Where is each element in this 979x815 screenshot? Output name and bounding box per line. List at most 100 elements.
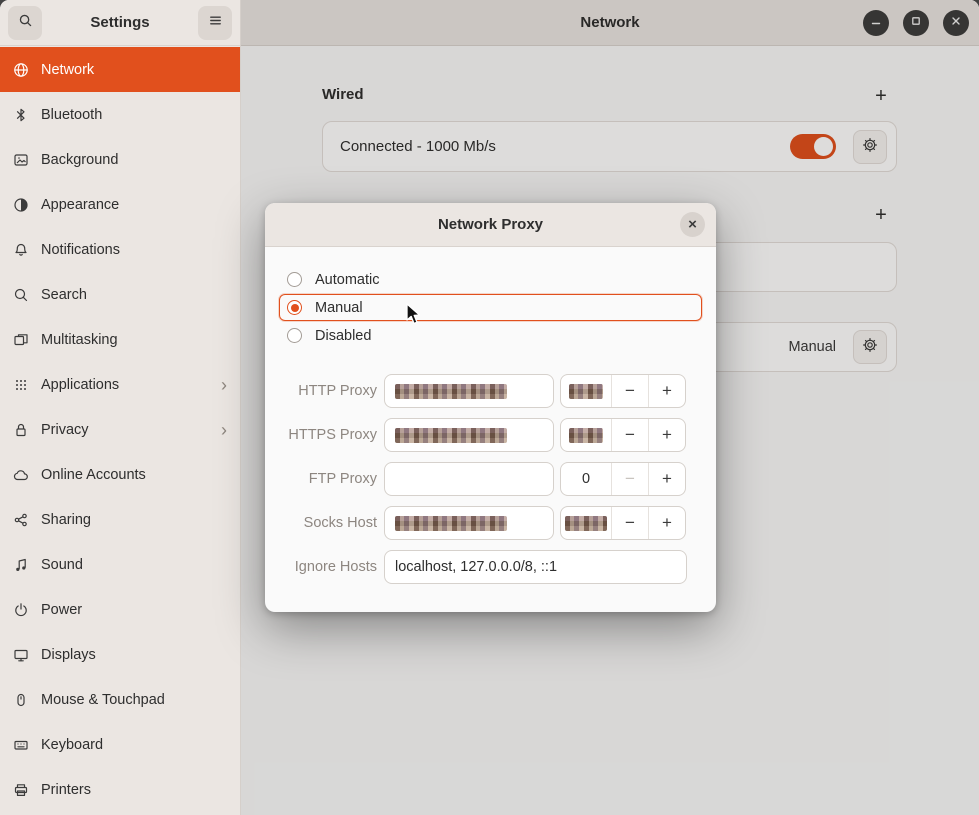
https-port-value (561, 419, 611, 451)
https-proxy-label: HTTPS Proxy (265, 418, 377, 452)
radio-option-automatic[interactable]: Automatic (279, 266, 702, 293)
sidebar-item-label: Appearance (41, 197, 119, 213)
http-proxy-input[interactable] (384, 374, 554, 408)
app-grid-icon (13, 377, 29, 393)
sidebar-item-keyboard[interactable]: Keyboard (0, 722, 240, 767)
https-proxy-row: HTTPS Proxy − + (265, 418, 716, 452)
mouse-icon (13, 692, 29, 708)
close-icon: × (688, 216, 697, 233)
socks-host-row: Socks Host − + (265, 506, 716, 540)
sidebar-item-displays[interactable]: Displays (0, 632, 240, 677)
sidebar-item-privacy[interactable]: Privacy › (0, 407, 240, 452)
sidebar-item-label: Printers (41, 782, 91, 798)
sidebar-item-label: Notifications (41, 242, 120, 258)
ignore-hosts-label: Ignore Hosts (265, 550, 377, 584)
globe-icon (13, 62, 29, 78)
ftp-port-spinbutton[interactable]: 0 − + (560, 462, 686, 496)
sidebar-item-network[interactable]: Network (0, 47, 240, 92)
http-port-spinbutton[interactable]: − + (560, 374, 686, 408)
keyboard-icon (13, 737, 29, 753)
dialog-headerbar: Network Proxy × (265, 203, 716, 247)
bluetooth-icon (13, 107, 29, 123)
chevron-right-icon: › (221, 421, 227, 439)
search-icon (18, 13, 33, 32)
sidebar: Settings Network Bluetooth Background (0, 0, 241, 815)
sidebar-item-mouse-touchpad[interactable]: Mouse & Touchpad (0, 677, 240, 722)
decrement-button[interactable]: − (611, 375, 648, 407)
https-port-spinbutton[interactable]: − + (560, 418, 686, 452)
https-proxy-input[interactable] (384, 418, 554, 452)
sidebar-item-sound[interactable]: Sound (0, 542, 240, 587)
sidebar-item-appearance[interactable]: Appearance (0, 182, 240, 227)
bell-icon (13, 242, 29, 258)
increment-button[interactable]: + (648, 507, 685, 539)
sidebar-item-label: Multitasking (41, 332, 118, 348)
sidebar-item-search[interactable]: Search (0, 272, 240, 317)
music-note-icon (13, 557, 29, 573)
settings-window: Settings Network Bluetooth Background (0, 0, 979, 815)
radio-option-manual[interactable]: Manual (279, 294, 702, 321)
cloud-icon (13, 467, 29, 483)
sidebar-item-applications[interactable]: Applications › (0, 362, 240, 407)
socks-port-value (561, 507, 611, 539)
dialog-title: Network Proxy (438, 216, 543, 233)
hamburger-menu-icon (208, 13, 223, 32)
http-proxy-row: HTTP Proxy − + (265, 374, 716, 408)
menu-button[interactable] (198, 6, 232, 40)
ignore-hosts-input[interactable]: localhost, 127.0.0.0/8, ::1 (384, 550, 687, 584)
sidebar-item-label: Privacy (41, 422, 89, 438)
sidebar-item-notifications[interactable]: Notifications (0, 227, 240, 272)
http-proxy-label: HTTP Proxy (265, 374, 377, 408)
sidebar-item-power[interactable]: Power (0, 587, 240, 632)
sidebar-item-background[interactable]: Background (0, 137, 240, 182)
sidebar-item-bluetooth[interactable]: Bluetooth (0, 92, 240, 137)
lock-icon (13, 422, 29, 438)
sidebar-item-label: Sharing (41, 512, 91, 528)
ignore-hosts-value: localhost, 127.0.0.0/8, ::1 (395, 559, 557, 575)
ignore-hosts-row: Ignore Hosts localhost, 127.0.0.0/8, ::1 (265, 550, 716, 584)
sidebar-item-label: Applications (41, 377, 119, 393)
monitor-icon (13, 647, 29, 663)
socks-host-input[interactable] (384, 506, 554, 540)
redacted-value (395, 428, 507, 443)
share-icon (13, 512, 29, 528)
decrement-button[interactable]: − (611, 463, 648, 495)
socks-host-label: Socks Host (265, 506, 377, 540)
increment-button[interactable]: + (648, 419, 685, 451)
http-port-value (561, 375, 611, 407)
sidebar-item-multitasking[interactable]: Multitasking (0, 317, 240, 362)
ftp-proxy-input[interactable] (384, 462, 554, 496)
dialog-close-button[interactable]: × (680, 212, 705, 237)
power-icon (13, 602, 29, 618)
ftp-port-value: 0 (561, 463, 611, 495)
settings-title: Settings (48, 14, 192, 31)
sidebar-list: Network Bluetooth Background Appearance … (0, 47, 240, 812)
printer-icon (13, 782, 29, 798)
sidebar-item-sharing[interactable]: Sharing (0, 497, 240, 542)
increment-button[interactable]: + (648, 375, 685, 407)
network-proxy-dialog: Network Proxy × Automatic Manual Disable… (265, 203, 716, 612)
socks-port-spinbutton[interactable]: − + (560, 506, 686, 540)
mouse-cursor (403, 303, 425, 331)
search-button[interactable] (8, 6, 42, 40)
sidebar-item-label: Search (41, 287, 87, 303)
redacted-value (565, 516, 607, 531)
sidebar-item-label: Mouse & Touchpad (41, 692, 165, 708)
sidebar-headerbar: Settings (0, 0, 240, 46)
radio-icon (287, 272, 302, 287)
sidebar-item-label: Displays (41, 647, 96, 663)
decrement-button[interactable]: − (611, 419, 648, 451)
radio-label: Automatic (315, 272, 379, 288)
sidebar-item-label: Network (41, 62, 94, 78)
radio-selected-icon (287, 300, 302, 315)
windows-icon (13, 332, 29, 348)
chevron-right-icon: › (221, 376, 227, 394)
radio-label: Manual (315, 300, 363, 316)
decrement-button[interactable]: − (611, 507, 648, 539)
ftp-proxy-row: FTP Proxy 0 − + (265, 462, 716, 496)
sidebar-item-online-accounts[interactable]: Online Accounts (0, 452, 240, 497)
sidebar-item-label: Online Accounts (41, 467, 146, 483)
sidebar-item-printers[interactable]: Printers (0, 767, 240, 812)
increment-button[interactable]: + (648, 463, 685, 495)
radio-option-disabled[interactable]: Disabled (279, 322, 702, 349)
